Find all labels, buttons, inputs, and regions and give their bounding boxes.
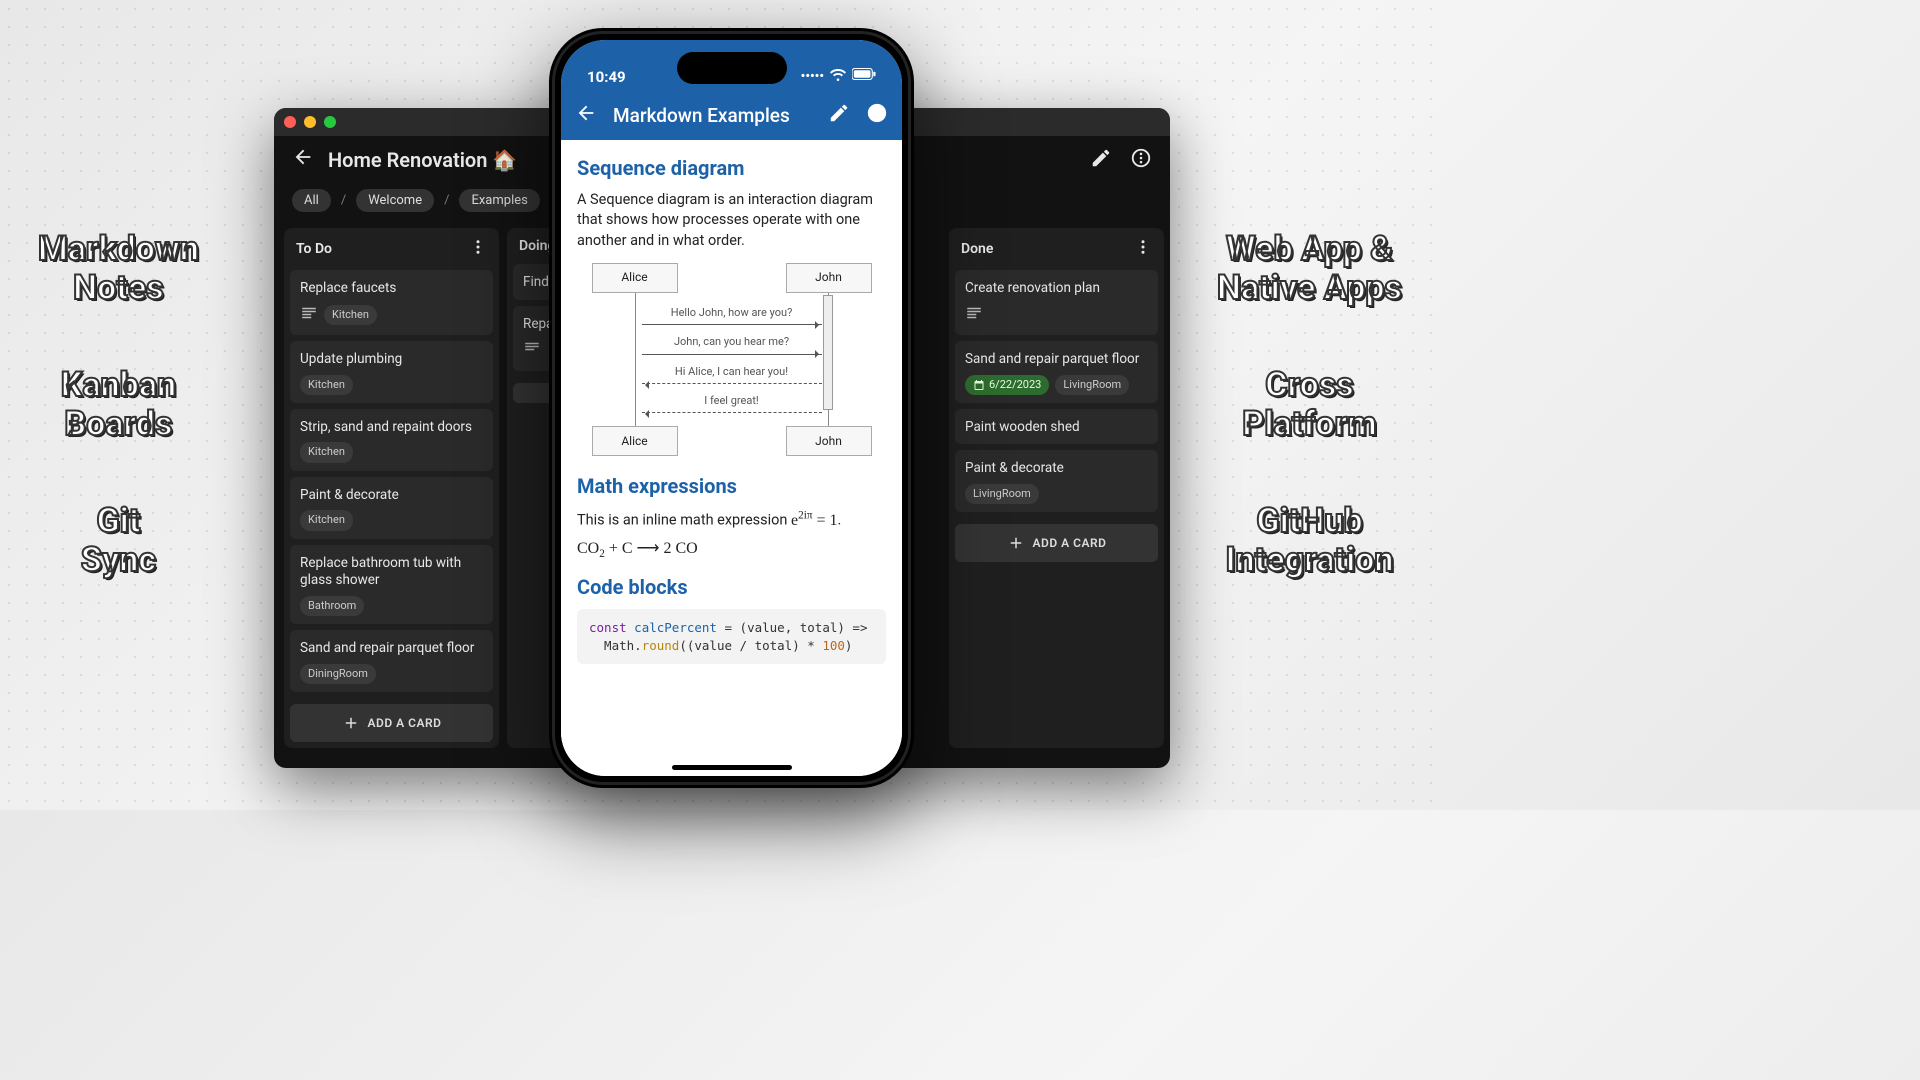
feature-github-integration: GitHub Integration	[1217, 502, 1402, 580]
section-heading: Math expressions	[577, 472, 886, 500]
kanban-card[interactable]: Paint & decorate Kitchen	[290, 477, 493, 539]
phone-appbar: Markdown Examples	[561, 90, 902, 140]
maximize-icon[interactable]	[324, 116, 336, 128]
battery-icon	[852, 68, 876, 84]
home-indicator[interactable]	[672, 765, 792, 770]
column-done: Done Create renovation plan Sand and rep…	[949, 228, 1164, 748]
sequence-diagram: Alice John Hello John, how are you? John…	[592, 263, 872, 457]
feature-kanban-boards: Kanban Boards	[38, 366, 199, 444]
code-block: const calcPercent = (value, total) => Ma…	[577, 609, 886, 664]
edit-icon[interactable]	[828, 102, 850, 128]
seq-actor-alice: Alice	[592, 263, 678, 293]
kanban-card[interactable]: Sand and repair parquet floor 6/22/2023 …	[955, 341, 1158, 403]
seq-actor-john: John	[786, 263, 872, 293]
feature-list-left: Markdown Notes Kanban Boards Git Sync	[38, 0, 199, 810]
feature-git-sync: Git Sync	[38, 502, 199, 580]
phone-mockup: 10:49 ••••• Markdown Examples	[549, 28, 914, 788]
minimize-icon[interactable]	[304, 116, 316, 128]
kanban-card[interactable]: Replace bathroom tub with glass shower B…	[290, 545, 493, 624]
page-title: Markdown Examples	[613, 104, 812, 127]
more-icon[interactable]	[1130, 147, 1152, 173]
kanban-card[interactable]: Paint & decorate LivingRoom	[955, 450, 1158, 512]
add-card-button[interactable]: ADD A CARD	[290, 704, 493, 742]
cellular-icon: •••••	[801, 69, 824, 84]
breadcrumb-all[interactable]: All	[292, 189, 331, 212]
board-title: Home Renovation 🏠	[328, 148, 517, 172]
column-title: Done	[961, 241, 993, 257]
wifi-icon	[830, 66, 846, 86]
column-todo: To Do Replace faucets Kitchen Updat	[284, 228, 499, 748]
feature-cross-platform: Cross Platform	[1217, 366, 1402, 444]
feature-list-right: Web App & Native Apps Cross Platform Git…	[1217, 0, 1402, 810]
breadcrumb-item[interactable]: Welcome	[356, 189, 434, 212]
feature-web-native: Web App & Native Apps	[1217, 230, 1402, 308]
kanban-card[interactable]: Replace faucets Kitchen	[290, 270, 493, 335]
section-text: A Sequence diagram is an interaction dia…	[577, 190, 886, 251]
edit-icon[interactable]	[1090, 147, 1112, 173]
kanban-card[interactable]: Paint wooden shed	[955, 409, 1158, 445]
section-heading: Code blocks	[577, 573, 886, 601]
kanban-card[interactable]: Strip, sand and repaint doors Kitchen	[290, 409, 493, 471]
close-icon[interactable]	[284, 116, 296, 128]
back-icon[interactable]	[292, 146, 314, 173]
seq-actor-alice: Alice	[592, 426, 678, 456]
section-text: This is an inline math expression e2iπ =…	[577, 508, 886, 532]
status-time: 10:49	[587, 68, 626, 86]
notes-icon	[300, 304, 318, 328]
add-card-button[interactable]: ADD A CARD	[955, 524, 1158, 562]
notes-icon	[523, 339, 541, 363]
kanban-card[interactable]: Create renovation plan	[955, 270, 1158, 335]
kanban-card[interactable]: Sand and repair parquet floor DiningRoom	[290, 630, 493, 692]
phone-notch	[677, 52, 787, 84]
back-icon[interactable]	[575, 102, 597, 128]
phone-content[interactable]: Sequence diagram A Sequence diagram is a…	[561, 140, 902, 776]
column-title: To Do	[296, 241, 332, 257]
column-menu-icon[interactable]	[1134, 238, 1152, 260]
date-tag: 6/22/2023	[965, 375, 1049, 395]
seq-actor-john: John	[786, 426, 872, 456]
more-icon[interactable]	[866, 102, 888, 128]
kanban-card[interactable]: Update plumbing Kitchen	[290, 341, 493, 403]
math-block: CO2 + C ⟶ 2 CO	[577, 538, 886, 563]
breadcrumb-item[interactable]: Examples	[459, 189, 539, 212]
column-menu-icon[interactable]	[469, 238, 487, 260]
feature-markdown-notes: Markdown Notes	[38, 230, 199, 308]
section-heading: Sequence diagram	[577, 154, 886, 182]
notes-icon	[965, 304, 983, 328]
